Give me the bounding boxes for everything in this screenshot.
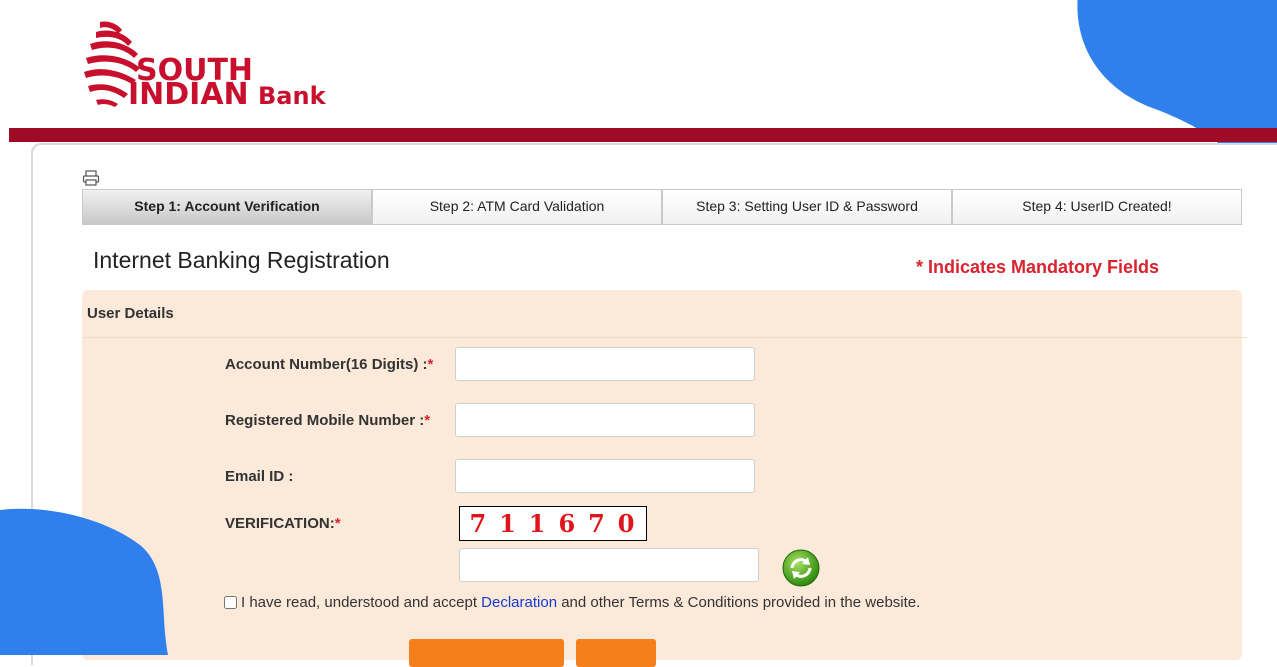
logo-text-indian: INDIAN	[128, 77, 249, 110]
declaration-checkbox[interactable]	[224, 596, 237, 609]
consent-text-after: and other Terms & Conditions provided in…	[557, 594, 921, 611]
form-button-2[interactable]	[576, 639, 656, 667]
section-title: User Details	[87, 305, 174, 322]
verification-input[interactable]	[459, 548, 759, 582]
email-label: Email ID :	[225, 468, 294, 485]
refresh-captcha-icon[interactable]	[781, 548, 821, 588]
declaration-consent: I have read, understood and accept Decla…	[224, 594, 920, 611]
decorative-blob-bottom	[0, 508, 168, 655]
declaration-link[interactable]: Declaration	[481, 594, 557, 611]
step-setting-user-id[interactable]: Step 3: Setting User ID & Password	[662, 189, 952, 225]
verification-label: VERIFICATION:*	[225, 515, 341, 532]
captcha-image: 7 1 1 6 7 0	[459, 506, 647, 541]
logo-text-bank: Bank	[258, 82, 327, 110]
printer-icon[interactable]	[82, 169, 100, 187]
captcha-char: 7	[469, 509, 489, 538]
email-input[interactable]	[455, 459, 755, 493]
consent-text-before: I have read, understood and accept	[241, 594, 482, 611]
captcha-char: 1	[499, 509, 518, 538]
captcha-char: 1	[528, 509, 548, 538]
mobile-number-input[interactable]	[455, 403, 755, 437]
section-divider	[82, 337, 1247, 338]
page-title: Internet Banking Registration	[93, 247, 390, 273]
mandatory-fields-note: * Indicates Mandatory Fields	[916, 257, 1160, 277]
captcha-char: 7	[588, 509, 607, 538]
south-indian-bank-logo: SOUTH INDIAN Bank	[84, 21, 327, 110]
step-account-verification[interactable]: Step 1: Account Verification	[82, 189, 372, 225]
account-number-label: Account Number(16 Digits) :*	[225, 356, 434, 373]
captcha-char: 0	[617, 509, 637, 538]
step-userid-created[interactable]: Step 4: UserID Created!	[952, 189, 1242, 225]
required-mark: *	[334, 515, 341, 532]
account-number-input[interactable]	[455, 347, 755, 381]
captcha-char: 6	[558, 509, 578, 538]
step-atm-card-validation[interactable]: Step 2: ATM Card Validation	[372, 189, 662, 225]
mobile-number-label: Registered Mobile Number :*	[225, 412, 431, 429]
registration-steps: Step 1: Account Verification Step 2: ATM…	[82, 189, 1242, 225]
required-mark: *	[427, 356, 434, 373]
required-mark: *	[424, 412, 431, 429]
brand-color-bar	[9, 128, 1277, 142]
form-button-1[interactable]	[409, 639, 564, 667]
